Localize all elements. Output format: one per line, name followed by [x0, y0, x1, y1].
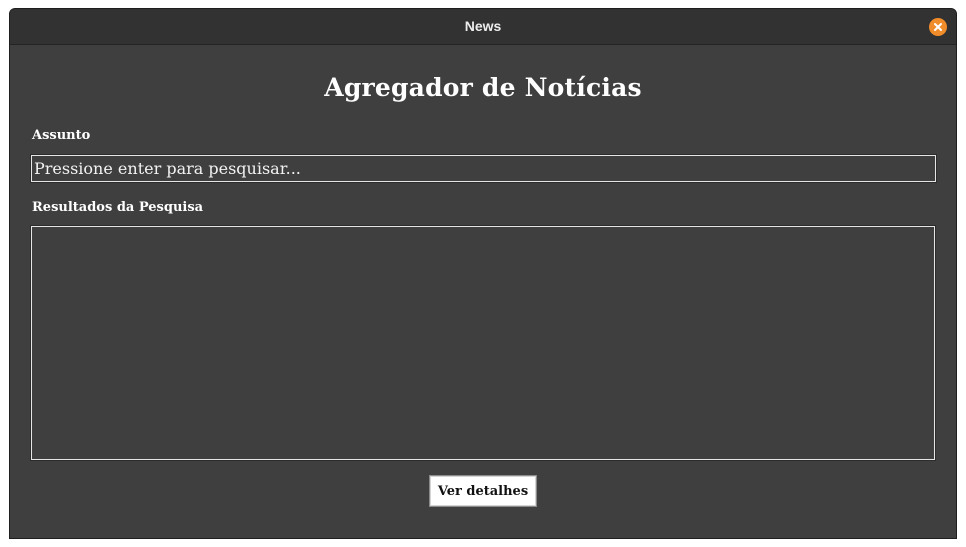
app-window: News Agregador de Notícias Assunto Resul…	[9, 8, 957, 539]
window-title: News	[464, 18, 502, 34]
results-label: Resultados da Pesquisa	[32, 200, 204, 215]
results-list[interactable]	[30, 225, 936, 461]
subject-label: Assunto	[32, 128, 91, 143]
close-button[interactable]	[929, 18, 947, 36]
page-title: Agregador de Notícias	[324, 73, 642, 102]
close-icon	[933, 22, 943, 32]
view-details-button[interactable]: Ver detalhes	[429, 475, 537, 507]
search-input[interactable]	[30, 154, 937, 183]
title-bar[interactable]: News	[10, 9, 956, 45]
